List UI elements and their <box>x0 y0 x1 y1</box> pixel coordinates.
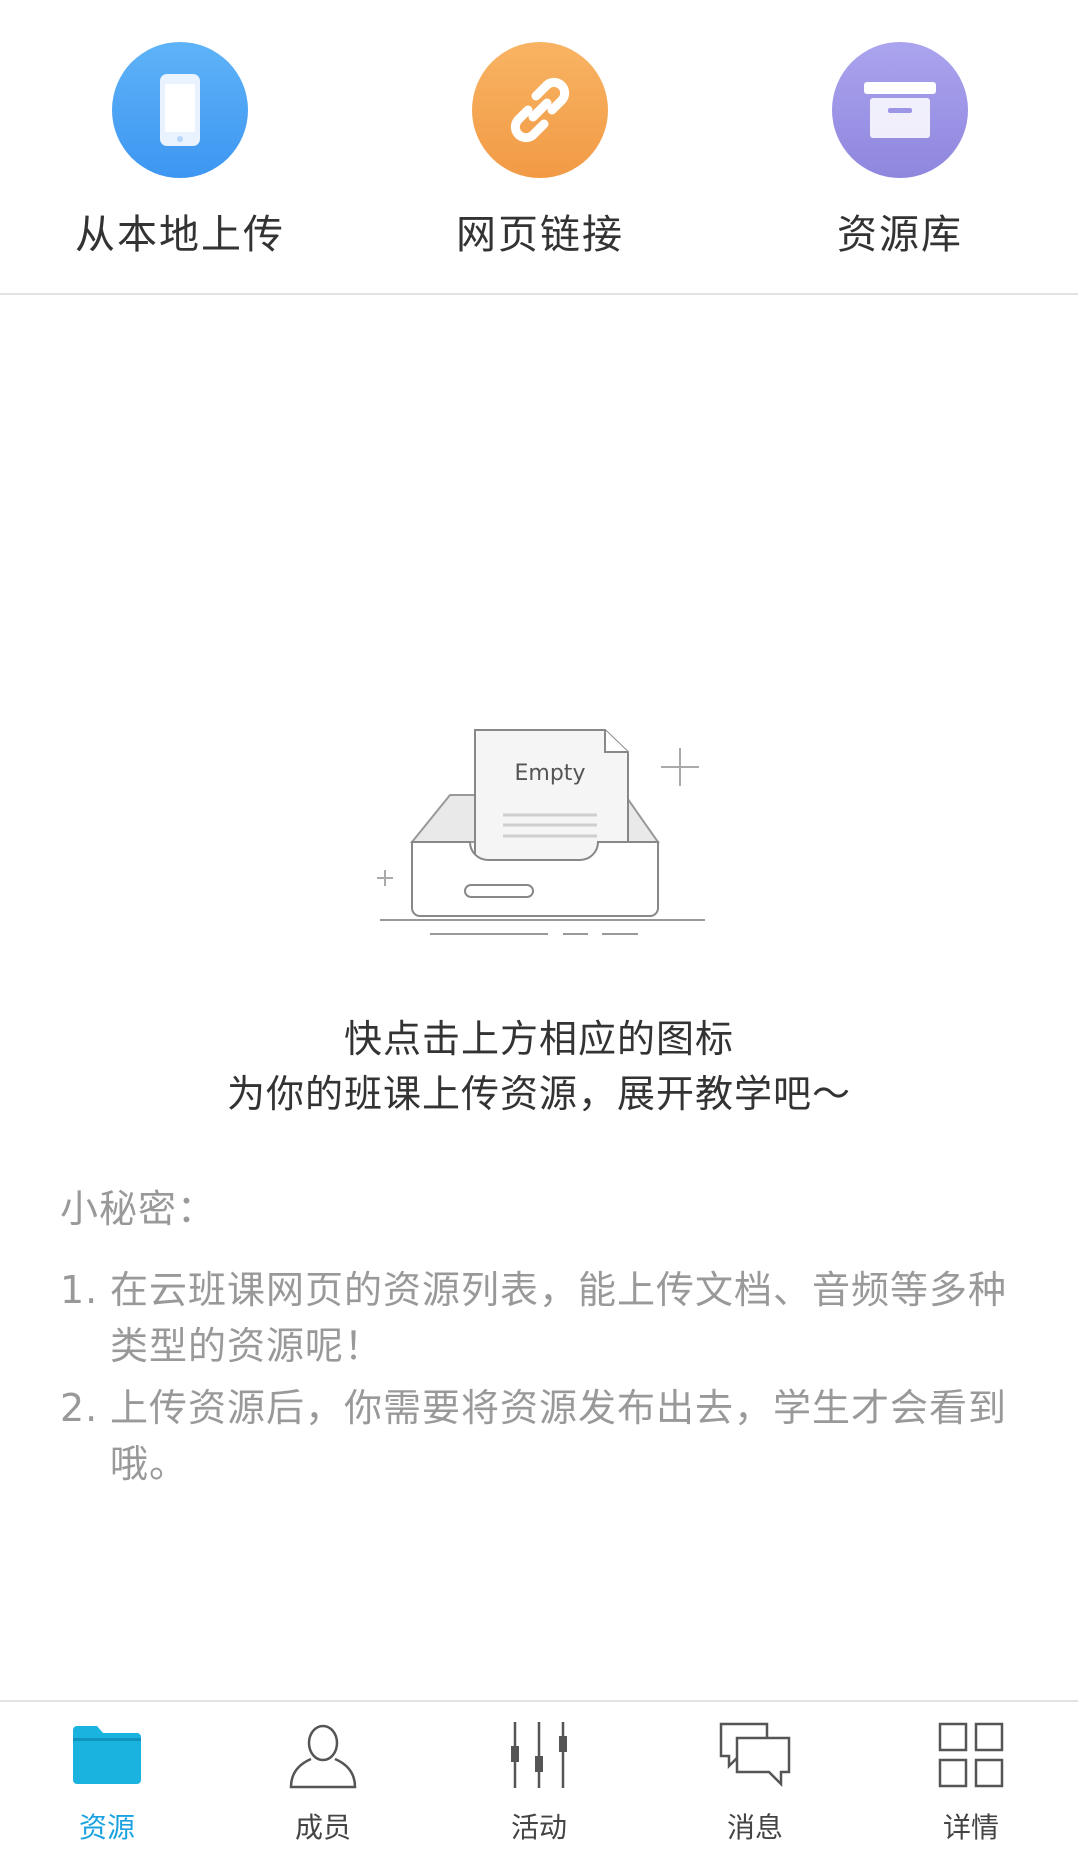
tab-label: 消息 <box>726 1811 783 1844</box>
sliders-icon <box>499 1716 579 1794</box>
web-link-button[interactable]: 网页链接 <box>390 42 690 262</box>
resource-library-button[interactable]: 资源库 <box>750 42 1050 262</box>
resource-library-label: 资源库 <box>837 212 963 258</box>
upload-local-label: 从本地上传 <box>75 212 285 258</box>
tip-number: 2. <box>60 1386 99 1430</box>
empty-hint-line2: 为你的班课上传资源，展开教学吧～ <box>226 1072 851 1116</box>
tip-text: 上传资源后，你需要将资源发布出去，学生才会看到哦。 <box>110 1386 1008 1486</box>
grid-icon <box>931 1716 1011 1794</box>
upload-local-button[interactable]: 从本地上传 <box>30 42 330 262</box>
bottom-tab-bar: 资源 成员 活动 消息 详情 <box>0 1700 1078 1849</box>
person-icon <box>283 1716 363 1794</box>
tab-messages[interactable]: 消息 <box>680 1716 830 1846</box>
tab-activities[interactable]: 活动 <box>464 1716 614 1846</box>
tip-text: 在云班课网页的资源列表，能上传文档、音频等多种类型的资源呢！ <box>110 1268 1008 1368</box>
tab-label: 成员 <box>294 1811 351 1844</box>
tab-members[interactable]: 成员 <box>248 1716 398 1846</box>
tab-details[interactable]: 详情 <box>896 1716 1046 1846</box>
archive-box-icon <box>832 42 968 178</box>
tip-number: 1. <box>60 1268 99 1312</box>
tab-resources[interactable]: 资源 <box>32 1716 182 1846</box>
tab-label: 活动 <box>510 1811 567 1844</box>
empty-tray-illustration: Empty <box>370 720 715 970</box>
link-icon <box>472 42 608 178</box>
folder-icon <box>67 1716 147 1794</box>
tips-title: 小秘密： <box>60 1187 217 1231</box>
tip-item: 1. 在云班课网页的资源列表，能上传文档、音频等多种类型的资源呢！ <box>60 1262 1020 1374</box>
tab-label: 详情 <box>942 1811 999 1844</box>
upload-actions-bar: 从本地上传 网页链接 资源库 <box>0 0 1078 295</box>
empty-hint-line1: 快点击上方相应的图标 <box>343 1017 734 1061</box>
empty-label: Empty <box>515 761 586 786</box>
web-link-label: 网页链接 <box>456 212 624 258</box>
phone-icon <box>112 42 248 178</box>
tip-item: 2. 上传资源后，你需要将资源发布出去，学生才会看到哦。 <box>60 1380 1020 1492</box>
tab-label: 资源 <box>78 1811 135 1844</box>
chat-bubbles-icon <box>715 1716 795 1794</box>
